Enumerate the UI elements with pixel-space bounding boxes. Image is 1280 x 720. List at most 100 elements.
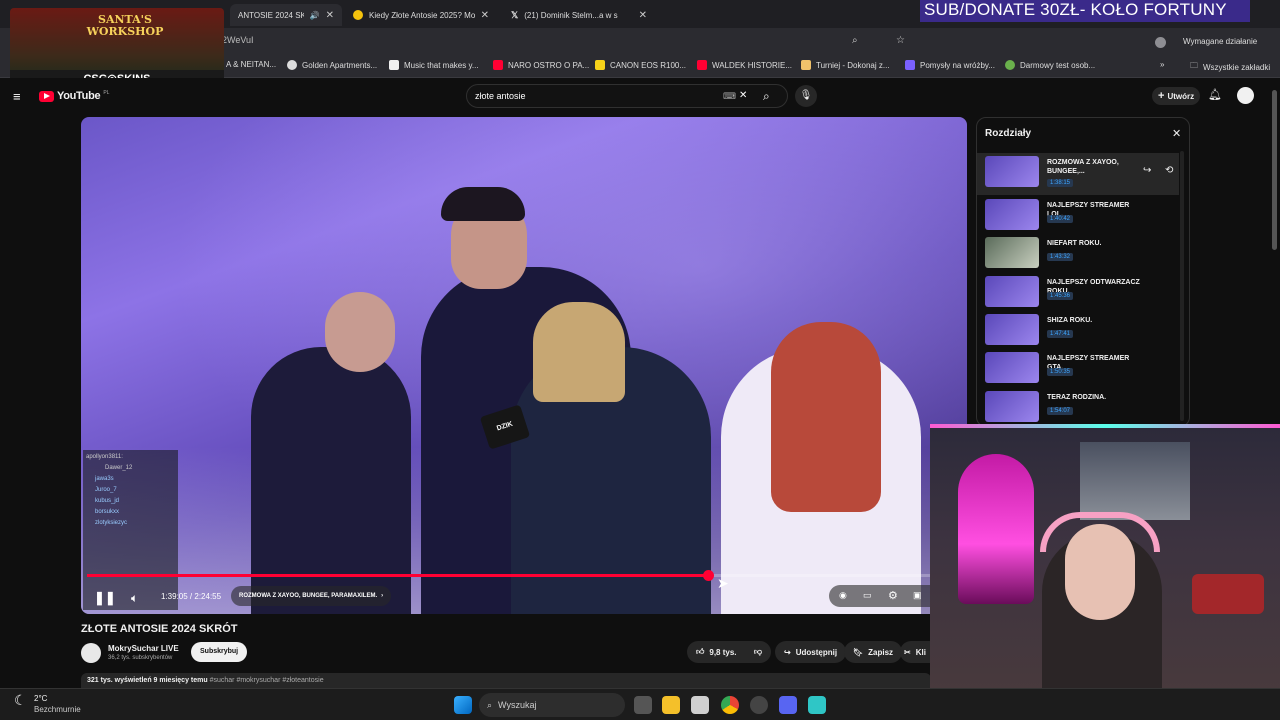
bell-icon[interactable]: 🔔︎: [1208, 88, 1222, 101]
browser-tab[interactable]: 𝕏 (21) Dominik Stelm...a w s ✕: [503, 4, 655, 26]
search-input[interactable]: złote antosie ⌨ ✕ ⌕: [466, 84, 788, 108]
discord-icon[interactable]: [779, 696, 797, 714]
youtube-logo[interactable]: YouTube PL: [39, 90, 109, 102]
bookmark-item[interactable]: A & NEITAN...: [226, 60, 276, 69]
woman-hair: [771, 322, 881, 512]
chapter-time[interactable]: 1:47:41: [1047, 330, 1074, 338]
browser-tab[interactable]: Kiedy Złote Antosie 2025? Mo ✕: [345, 4, 497, 26]
x-logo-icon: 𝕏: [511, 9, 519, 20]
bookmark-item[interactable]: Golden Apartments...: [287, 60, 377, 70]
miniplayer-icon[interactable]: ▣: [913, 590, 922, 601]
chapter-thumbnail: [985, 276, 1039, 307]
url-fragment[interactable]: 2WeVuI: [222, 35, 254, 45]
profile-avatar-icon[interactable]: [1155, 37, 1166, 48]
description-box[interactable]: 321 tys. wyświetleń 9 miesięcy temu #suc…: [81, 673, 931, 688]
scrollbar[interactable]: [1180, 151, 1184, 421]
chapter-item[interactable]: ROZMOWA Z XAYOO, BUNGEE,... 1:38:15 ↪ ⟲: [985, 156, 1180, 190]
chapter-time[interactable]: 1:38:15: [1047, 179, 1074, 187]
like-count[interactable]: 9,8 tys.: [709, 648, 736, 657]
weather-label[interactable]: Bezchmurnie: [34, 705, 81, 714]
bookmark-item[interactable]: Pomysły na wróżby...: [905, 60, 995, 70]
pause-icon[interactable]: ❚❚: [94, 590, 116, 606]
action-required-label[interactable]: Wymagane działanie: [1183, 37, 1257, 46]
close-icon[interactable]: ✕: [1172, 127, 1181, 140]
browser-tab-active[interactable]: ANTOSIE 2024 SKRÓ 🔊 ✕: [230, 4, 342, 26]
chapter-item[interactable]: NAJLEPSZY STREAMER GTA. 1:50:35: [985, 352, 1180, 386]
chapter-item[interactable]: NIEFART ROKU. 1:43:32: [985, 237, 1180, 271]
search-icon[interactable]: ⌕: [763, 85, 770, 107]
share-icon: ↪: [784, 647, 791, 657]
chapter-time[interactable]: 1:45:36: [1047, 292, 1074, 300]
chapter-item[interactable]: NAJLEPSZY ODTWARZACZ ROKU. 1:45:36: [985, 276, 1180, 310]
all-bookmarks[interactable]: 🗀 Wszystkie zakładki: [1190, 60, 1270, 74]
create-button[interactable]: + Utwórz: [1152, 87, 1201, 105]
chapter-time[interactable]: 1:40:42: [1047, 215, 1074, 223]
thumbs-down-icon[interactable]: 👎︎: [754, 647, 762, 657]
chevron-right-icon: ›: [381, 593, 384, 599]
star-icon[interactable]: ☆: [896, 35, 905, 46]
microphone-icon[interactable]: 🎙︎: [795, 85, 817, 107]
chapter-item[interactable]: SHIZA ROKU. 1:47:41: [985, 314, 1180, 348]
task-view-icon[interactable]: [634, 696, 652, 714]
bookmark-item[interactable]: Turniej - Dokonaj z...: [801, 60, 890, 70]
chapter-time[interactable]: 1:50:35: [1047, 368, 1074, 376]
site-favicon-icon: [353, 10, 363, 20]
chat-line: borsukxx: [95, 509, 120, 515]
clear-icon[interactable]: ✕: [739, 85, 747, 107]
share-icon[interactable]: ↪: [1143, 165, 1151, 176]
windows-start-icon[interactable]: [454, 696, 472, 714]
obs-icon[interactable]: [750, 696, 768, 714]
file-explorer-icon[interactable]: [662, 696, 680, 714]
keyboard-icon[interactable]: ⌨: [723, 85, 736, 107]
weather-moon-icon[interactable]: ☾: [14, 692, 27, 709]
channel-name[interactable]: MokrySuchar LIVE: [108, 644, 179, 653]
thumbs-up-icon[interactable]: 👍︎: [696, 647, 704, 657]
tab-title: (21) Dominik Stelm...a w s: [524, 10, 618, 20]
chrome-icon[interactable]: [721, 696, 739, 714]
close-icon[interactable]: ✕: [326, 10, 334, 21]
close-icon[interactable]: ✕: [639, 10, 647, 21]
account-avatar-icon[interactable]: [1237, 87, 1254, 104]
save-button[interactable]: 🔖︎ Zapisz: [844, 641, 903, 663]
bookmark-item[interactable]: CANON EOS R100...: [595, 60, 686, 70]
subscribe-button[interactable]: Subskrybuj: [191, 642, 248, 662]
chat-line: jawa3s: [95, 476, 114, 482]
bookmark-item[interactable]: WALDEK HISTORIE...: [697, 60, 792, 70]
bookmark-item[interactable]: Darmowy test osob...: [1005, 60, 1095, 70]
chapter-title: ROZMOWA Z XAYOO, BUNGEE,...: [1047, 159, 1119, 175]
chapter-time[interactable]: 1:43:32: [1047, 253, 1074, 261]
chat-line: apollyon3811:: [86, 454, 123, 460]
notepad-icon[interactable]: [808, 696, 826, 714]
loop-icon[interactable]: ⟲: [1165, 165, 1173, 176]
share-button[interactable]: ↪ Udostępnij: [775, 641, 847, 663]
volume-icon[interactable]: 🔈︎: [131, 591, 138, 606]
clip-button[interactable]: ✂ Kli: [900, 641, 930, 663]
subtitles-icon[interactable]: ▭: [863, 590, 872, 601]
chapter-chip[interactable]: ROZMOWA Z XAYOO, BUNGEE, PARAMAXILEM. ›: [231, 586, 392, 606]
bookmark-item[interactable]: NARO OSTRO O PA...: [493, 60, 589, 70]
progress-scrubber[interactable]: [702, 570, 714, 581]
store-icon[interactable]: [691, 696, 709, 714]
close-icon[interactable]: ✕: [481, 10, 489, 21]
music-icon: [389, 60, 399, 70]
progress-track[interactable]: [87, 574, 961, 577]
subscriber-count: 36,2 tys. subskrybentów: [108, 655, 173, 661]
chevron-right-icon[interactable]: »: [1160, 60, 1164, 69]
bookmark-item[interactable]: Music that makes y...: [389, 60, 479, 70]
zoom-icon[interactable]: ⌕: [852, 35, 858, 46]
tab-title: Kiedy Złote Antosie 2025? Mo: [369, 10, 475, 20]
chapter-time[interactable]: 1:54:07: [1047, 407, 1074, 415]
autoplay-toggle-icon[interactable]: ◉: [839, 590, 847, 601]
speaker-icon: 🔊: [309, 10, 320, 20]
hamburger-menu-icon[interactable]: ≡: [13, 89, 21, 104]
chapter-item[interactable]: NAJLEPSZY STREAMER LOL. 1:40:42: [985, 199, 1180, 233]
rgb-microphone: [958, 454, 1034, 604]
video-player[interactable]: DZIK apollyon3811: Dawer_12 jawa3s Juroo…: [81, 117, 967, 614]
channel-avatar[interactable]: [81, 643, 101, 663]
person-face: [325, 292, 395, 372]
settings-gear-icon[interactable]: ⚙: [888, 589, 898, 602]
taskbar-search-input[interactable]: ⌕ Wyszukaj: [479, 693, 625, 717]
chapter-item[interactable]: TERAZ RODZINA. 1:54:07: [985, 391, 1180, 425]
temperature[interactable]: 2°C: [34, 694, 47, 703]
page-scrollbar[interactable]: [1272, 90, 1277, 250]
